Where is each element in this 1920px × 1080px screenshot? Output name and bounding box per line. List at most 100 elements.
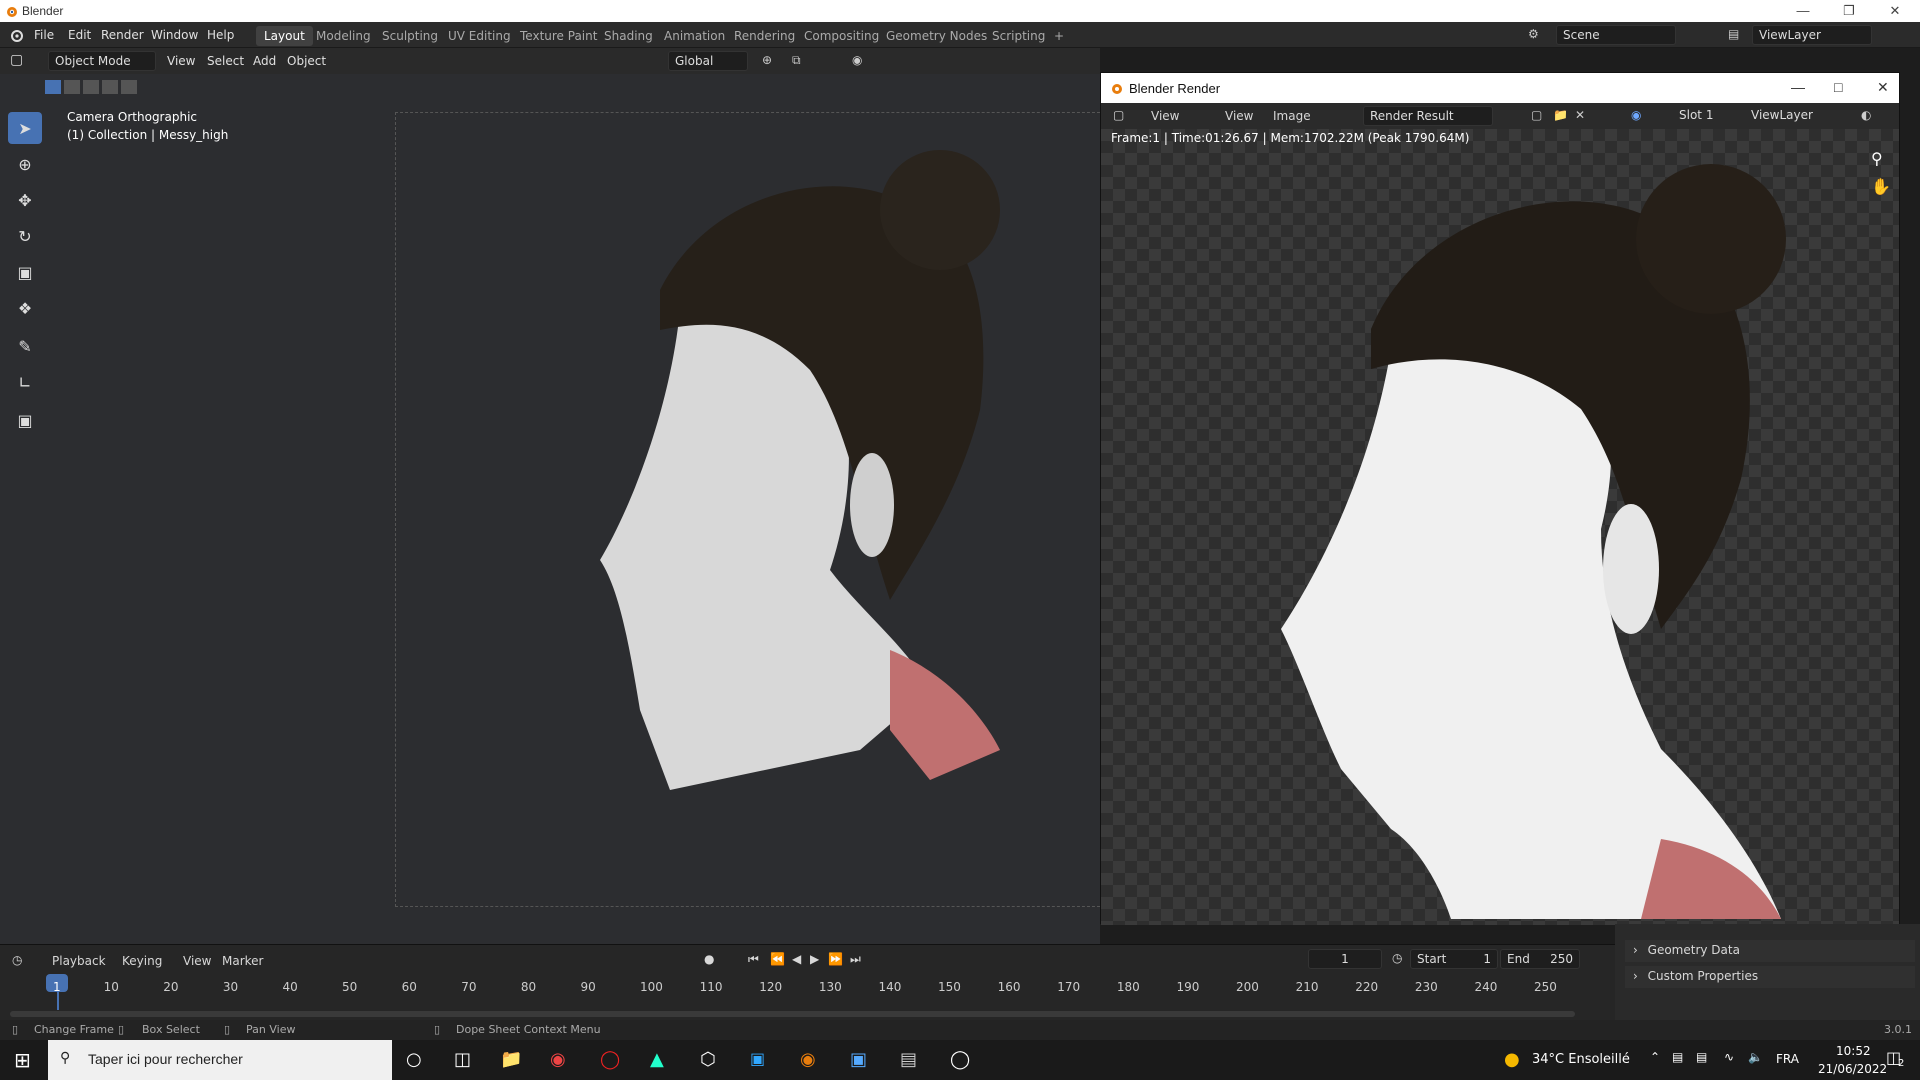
render-close-button[interactable]: ✕ [1877,79,1889,96]
viewport-menu-view[interactable]: View [167,54,195,68]
proportional-edit-icon[interactable]: ◉ [852,53,862,67]
blender-menu-icon[interactable] [8,28,24,42]
menu-edit[interactable]: Edit [68,28,91,42]
opera-icon[interactable]: ◯ [600,1049,620,1070]
image-menu-view[interactable]: View [1225,109,1253,123]
panel-custom-properties[interactable]: › Custom Properties [1625,966,1915,988]
cortana-icon[interactable]: ○ [406,1049,422,1070]
taskbar-search-box[interactable]: ⚲ Taper ici pour rechercher [48,1040,392,1080]
clock-date[interactable]: 21/06/2022 [1818,1062,1887,1076]
photoshop-icon[interactable]: ▣ [750,1049,765,1068]
app-icon[interactable]: ▤ [900,1049,917,1070]
select-invert-icon[interactable] [102,80,118,94]
render-result-image[interactable]: Frame:1 | Time:01:26.67 | Mem:1702.22M (… [1101,129,1899,925]
tab-scripting[interactable]: Scripting [984,26,1053,46]
weather-text[interactable]: 34°C Ensoleillé [1532,1052,1630,1067]
menu-help[interactable]: Help [207,28,234,42]
tab-shading[interactable]: Shading [596,26,661,46]
scale-tool[interactable]: ▣ [8,256,42,288]
timeline-editor-type-icon[interactable]: ◷ [12,953,22,967]
measure-tool[interactable]: ∟ [8,366,42,398]
tray-chevron-icon[interactable]: ⌃ [1650,1050,1660,1064]
task-view-icon[interactable]: ◫ [454,1049,471,1070]
next-keyframe-icon[interactable]: ⏩ [828,952,843,966]
menu-file[interactable]: File [34,28,54,42]
language-indicator[interactable]: FRA [1776,1052,1799,1066]
menu-render[interactable]: Render [101,28,144,42]
close-button[interactable]: ✕ [1872,0,1918,22]
select-subtract-icon[interactable] [83,80,99,94]
zoom-icon[interactable]: ⚲ [1871,149,1883,168]
end-frame-field[interactable]: End 250 [1500,949,1580,969]
snap-icon[interactable]: ⧉ [792,53,801,68]
unreal-icon[interactable]: ◯ [950,1049,970,1070]
tab-modeling[interactable]: Modeling [308,26,379,46]
tab-compositing[interactable]: Compositing [796,26,887,46]
menu-window[interactable]: Window [151,28,198,42]
viewport-menu-select[interactable]: Select [207,54,244,68]
file-explorer-icon[interactable]: 📁 [500,1049,522,1070]
timeline-scrollbar[interactable] [10,1011,1575,1017]
tray-network-icon[interactable]: ▤ [1696,1050,1707,1064]
prev-keyframe-icon[interactable]: ⏪ [770,952,785,966]
tab-animation[interactable]: Animation [656,26,733,46]
timeline-menu-view[interactable]: View [183,954,211,968]
play-icon[interactable]: ▶ [810,952,819,966]
editor-type-icon[interactable]: ▢ [10,52,23,68]
add-cube-tool[interactable]: ▣ [8,404,42,436]
unlink-image-icon[interactable]: ✕ [1575,108,1585,122]
image-editor-view-mode[interactable]: View [1151,109,1179,123]
start-frame-field[interactable]: Start 1 [1410,949,1498,969]
select-box-tool[interactable]: ➤ [8,112,42,144]
tab-rendering[interactable]: Rendering [726,26,803,46]
view-layer-selector[interactable]: ViewLayer [1752,25,1872,45]
transform-tool[interactable]: ❖ [8,292,42,324]
display-channels-icon[interactable]: ◐ [1861,108,1871,122]
select-intersect-icon[interactable] [121,80,137,94]
select-new-icon[interactable] [45,80,61,94]
add-workspace-button[interactable]: + [1046,26,1072,46]
3d-app-icon[interactable]: ⬡ [700,1049,716,1070]
slot-selector[interactable]: Slot 1 [1673,106,1733,126]
open-image-icon[interactable]: 📁 [1553,108,1568,122]
render-result-field[interactable]: Render Result [1363,106,1493,126]
tab-uv-editing[interactable]: UV Editing [440,26,519,46]
cursor-tool[interactable]: ⊕ [8,148,42,180]
viewport-menu-object[interactable]: Object [287,54,326,68]
volume-icon[interactable]: 🔈 [1748,1050,1763,1064]
jump-end-icon[interactable]: ⏭ [850,952,861,967]
image-editor-type-icon[interactable]: ▢ [1113,108,1124,122]
minimize-button[interactable]: — [1780,0,1826,22]
photos-icon[interactable]: ▣ [850,1049,867,1070]
rotate-tool[interactable]: ↻ [8,220,42,252]
jump-start-icon[interactable]: ⏮ [748,952,759,967]
move-tool[interactable]: ✥ [8,184,42,216]
render-layer-selector[interactable]: ViewLayer [1745,106,1835,126]
tray-app-icon[interactable]: ▤ [1672,1050,1683,1064]
play-reverse-icon[interactable]: ◀ [792,952,801,966]
panel-geometry-data[interactable]: › Geometry Data [1625,940,1915,962]
mode-selector[interactable]: Object Mode [48,51,156,71]
timeline-menu-playback[interactable]: Playback [52,954,106,968]
viewport-menu-add[interactable]: Add [253,54,276,68]
tab-sculpting[interactable]: Sculpting [374,26,446,46]
current-frame-field[interactable]: 1 [1308,949,1382,969]
maya-icon[interactable]: ▲ [650,1049,664,1070]
record-icon[interactable]: ● [704,952,714,966]
restore-button[interactable]: ❐ [1826,0,1872,22]
clock-time[interactable]: 10:52 [1836,1044,1871,1058]
scene-selector[interactable]: Scene [1556,25,1676,45]
wifi-icon[interactable]: ∿ [1724,1050,1734,1064]
image-menu-image[interactable]: Image [1273,109,1311,123]
overlay-icon[interactable]: ◉ [1631,108,1641,122]
chrome-icon[interactable]: ◉ [550,1049,566,1070]
pivot-icon[interactable]: ⊕ [762,53,772,67]
render-maximize-button[interactable]: □ [1834,79,1842,95]
timeline-menu-marker[interactable]: Marker [222,954,263,968]
tab-layout[interactable]: Layout [256,26,313,46]
render-minimize-button[interactable]: — [1791,79,1805,95]
windows-start-icon[interactable]: ⊞ [14,1048,31,1072]
tab-texture-paint[interactable]: Texture Paint [512,26,605,46]
transform-orientation-selector[interactable]: Global [668,51,748,71]
tab-geometry-nodes[interactable]: Geometry Nodes [878,26,995,46]
